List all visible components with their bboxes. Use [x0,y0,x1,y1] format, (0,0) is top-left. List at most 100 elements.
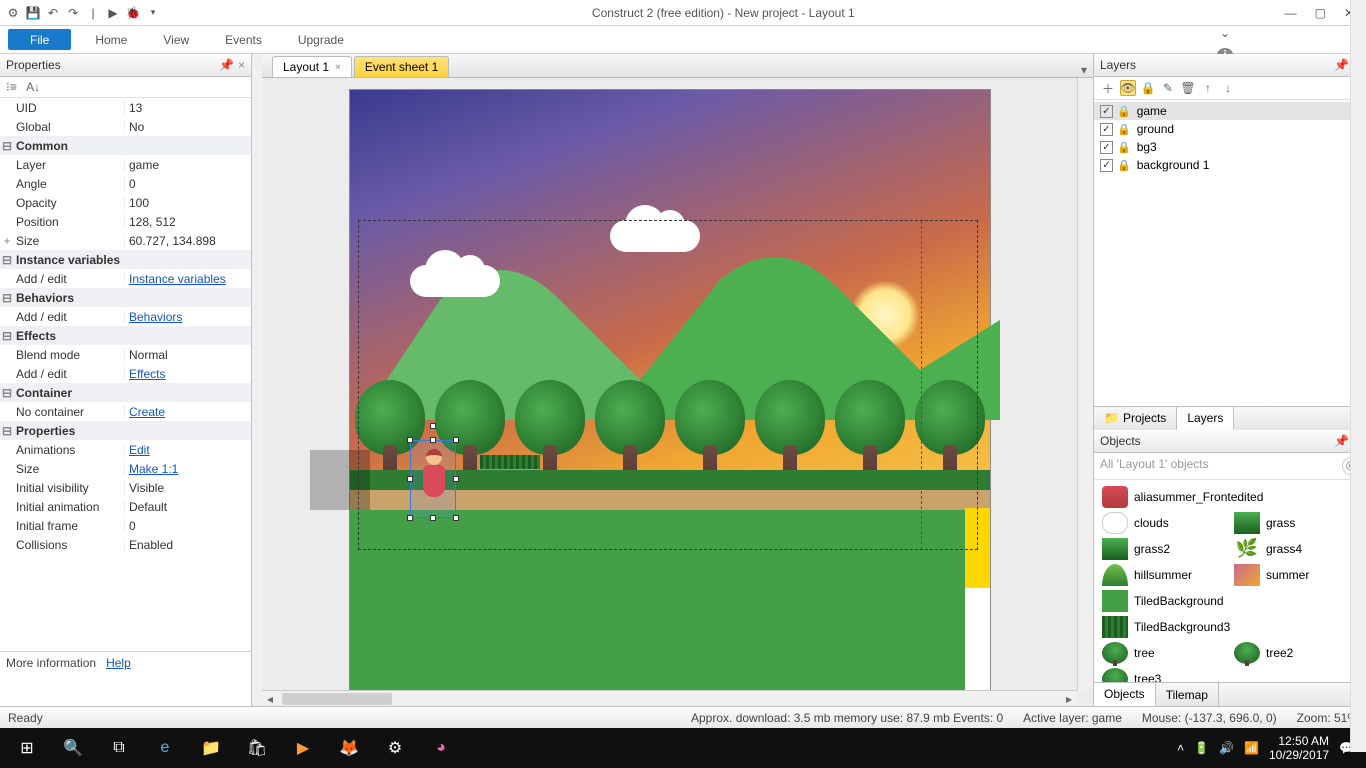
property-row[interactable]: Initial visibilityVisible [0,478,251,497]
tab-layout[interactable]: Layout 1 × [272,56,352,77]
panel-close-icon[interactable]: × [238,58,245,72]
layer-checkbox[interactable]: ✓ [1100,123,1113,136]
maximize-button[interactable]: ▢ [1315,6,1326,20]
property-row[interactable]: Blend modeNormal [0,345,251,364]
property-row[interactable]: CollisionsEnabled [0,535,251,554]
explorer-icon[interactable]: 📁 [188,728,234,768]
help-link[interactable]: Help [106,656,131,670]
search-icon[interactable]: 🔍 [50,728,96,768]
sort-categorized-icon[interactable]: ⁝≡ [6,80,17,94]
tab-tilemap[interactable]: Tilemap [1156,683,1219,706]
tabs-dropdown-icon[interactable]: ▾ [1081,63,1087,77]
ribbon-collapse-icon[interactable]: ⌄ [1220,26,1230,40]
property-row[interactable]: Opacity100 [0,193,251,212]
properties-grid[interactable]: UID13GlobalNo⊟CommonLayergameAngle0Opaci… [0,98,251,651]
pin-icon[interactable]: 📌 [1334,434,1349,448]
property-row[interactable]: GlobalNo [0,117,251,136]
clock[interactable]: 12:50 AM 10/29/2017 [1269,734,1329,763]
splitter[interactable] [252,54,262,706]
debug-icon[interactable]: 🐞 [124,4,142,22]
object-label[interactable]: tree3 [1134,672,1161,683]
tray-chevron-icon[interactable]: ˄ [1177,741,1184,755]
tab-projects[interactable]: 📁 Projects [1094,407,1177,430]
layer-row[interactable]: ✓🔒ground2 [1094,120,1366,138]
lock-icon[interactable]: 🔒 [1117,105,1131,118]
undo-icon[interactable]: ↶ [44,4,62,22]
object-label[interactable]: grass2 [1134,542,1170,556]
object-label[interactable]: grass4 [1266,542,1302,556]
property-row[interactable]: Initial animationDefault [0,497,251,516]
rename-icon[interactable]: ✎ [1160,80,1176,96]
object-label[interactable]: aliasummer_Frontedited [1134,490,1263,504]
horizontal-scrollbar[interactable]: ◂▸ [262,690,1077,706]
property-row[interactable]: SizeMake 1:1 [0,459,251,478]
redo-icon[interactable]: ↷ [64,4,82,22]
lock-icon[interactable]: 🔒 [1140,80,1156,96]
edge-icon[interactable]: e [142,728,188,768]
object-label[interactable]: TiledBackground [1134,594,1224,608]
vertical-scrollbar[interactable] [1077,78,1093,690]
layer-row[interactable]: ✓🔒bg31 [1094,138,1366,156]
qat-dropdown-icon[interactable]: ▾ [144,4,162,22]
objects-list[interactable]: aliasummer_Frontedited clouds grass gras… [1094,480,1366,683]
menu-file[interactable]: File [8,29,71,50]
sort-az-icon[interactable]: A↓ [26,80,40,94]
task-view-icon[interactable]: ⧉ [96,728,142,768]
media-icon[interactable]: ▶ [280,728,326,768]
firefox-icon[interactable]: 🦊 [326,728,372,768]
layer-list[interactable]: ✓🔒game3✓🔒ground2✓🔒bg31✓🔒background 10 [1094,100,1366,176]
store-icon[interactable]: 🛍 [234,728,280,768]
property-row[interactable]: UID13 [0,98,251,117]
layer-checkbox[interactable]: ✓ [1100,105,1113,118]
object-label[interactable]: TiledBackground3 [1134,620,1230,634]
property-row[interactable]: Angle0 [0,174,251,193]
property-row[interactable]: AnimationsEdit [0,440,251,459]
selected-sprite[interactable] [410,440,456,518]
property-row[interactable]: Position128, 512 [0,212,251,231]
move-down-icon[interactable]: ↓ [1220,80,1236,96]
layout-canvas[interactable] [350,90,990,690]
object-label[interactable]: grass [1266,516,1295,530]
tab-objects[interactable]: Objects [1094,683,1156,706]
visibility-icon[interactable]: 👁 [1120,80,1136,96]
property-row[interactable]: No containerCreate [0,402,251,421]
property-row[interactable]: +Size60.727, 134.898 [0,231,251,250]
layer-checkbox[interactable]: ✓ [1100,141,1113,154]
tab-eventsheet[interactable]: Event sheet 1 [354,56,449,77]
lock-icon[interactable]: 🔒 [1117,159,1131,172]
add-layer-icon[interactable]: ＋ [1100,80,1116,96]
wifi-icon[interactable]: 📶 [1244,741,1259,755]
menu-events[interactable]: Events [207,26,280,53]
pin-icon[interactable]: 📌 [219,58,234,72]
layer-row[interactable]: ✓🔒background 10 [1094,156,1366,174]
tab-layers[interactable]: Layers [1177,407,1234,430]
layer-checkbox[interactable]: ✓ [1100,159,1113,172]
object-label[interactable]: summer [1266,568,1309,582]
lock-icon[interactable]: 🔒 [1117,123,1131,136]
settings-icon[interactable]: ⚙ [372,728,418,768]
save-icon[interactable]: 💾 [24,4,42,22]
object-label[interactable]: tree2 [1266,646,1293,660]
object-label[interactable]: clouds [1134,516,1169,530]
system-tray[interactable]: ˄ 🔋 🔊 📶 12:50 AM 10/29/2017 💬 [1177,734,1362,763]
layer-row[interactable]: ✓🔒game3 [1094,102,1366,120]
property-row[interactable]: Add / editInstance variables [0,269,251,288]
move-up-icon[interactable]: ↑ [1200,80,1216,96]
volume-icon[interactable]: 🔊 [1219,741,1234,755]
menu-home[interactable]: Home [77,26,145,53]
layout-viewport[interactable]: ◂▸ [262,78,1093,706]
minimize-button[interactable]: — [1285,6,1297,20]
object-label[interactable]: tree [1134,646,1155,660]
battery-icon[interactable]: 🔋 [1194,741,1209,755]
property-row[interactable]: Initial frame0 [0,516,251,535]
property-row[interactable]: Add / editBehaviors [0,307,251,326]
menu-upgrade[interactable]: Upgrade [280,26,362,53]
pin-icon[interactable]: 📌 [1334,58,1349,72]
lock-icon[interactable]: 🔒 [1117,141,1131,154]
property-row[interactable]: Add / editEffects [0,364,251,383]
start-button[interactable]: ⊞ [4,728,50,768]
object-label[interactable]: hillsummer [1134,568,1192,582]
tab-close-icon[interactable]: × [335,62,341,73]
app-icon[interactable]: ◕ [418,728,464,768]
run-icon[interactable]: ▶ [104,4,122,22]
